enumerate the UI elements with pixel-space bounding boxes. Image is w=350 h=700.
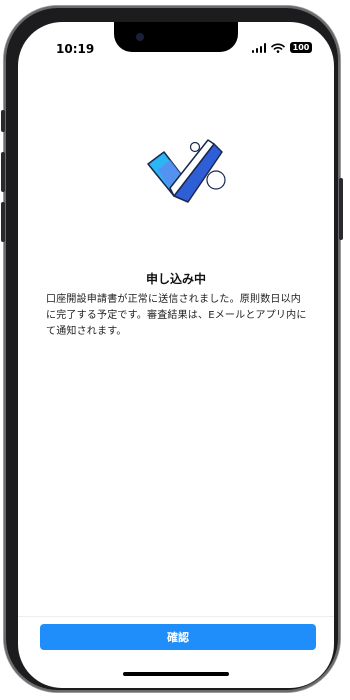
action-button — [1, 110, 5, 132]
volume-down-button — [1, 202, 5, 242]
screen: 10:19 100 申し込み中 口座開設申請書が正常に送信されました。原則数日以… — [18, 22, 334, 688]
home-indicator — [123, 672, 229, 676]
front-camera — [136, 33, 144, 41]
status-message: 口座開設申請書が正常に送信されました。原則数日以内に完了する予定です。審査結果は… — [46, 294, 307, 337]
wifi-icon — [271, 43, 285, 53]
checkmark-illustration-icon — [147, 139, 226, 203]
battery-icon: 100 — [290, 42, 312, 53]
footer-divider — [18, 616, 334, 617]
notch — [114, 22, 238, 52]
status-time: 10:19 — [56, 42, 95, 56]
status-icons: 100 — [251, 42, 312, 53]
phone-frame: 10:19 100 申し込み中 口座開設申請書が正常に送信されました。原則数日以… — [1, 6, 343, 692]
volume-up-button — [1, 152, 5, 192]
signal-icon — [251, 42, 266, 53]
page-title: 申し込み中 — [145, 272, 206, 286]
power-button — [339, 178, 343, 240]
confirm-button[interactable]: 確認 — [40, 624, 316, 650]
